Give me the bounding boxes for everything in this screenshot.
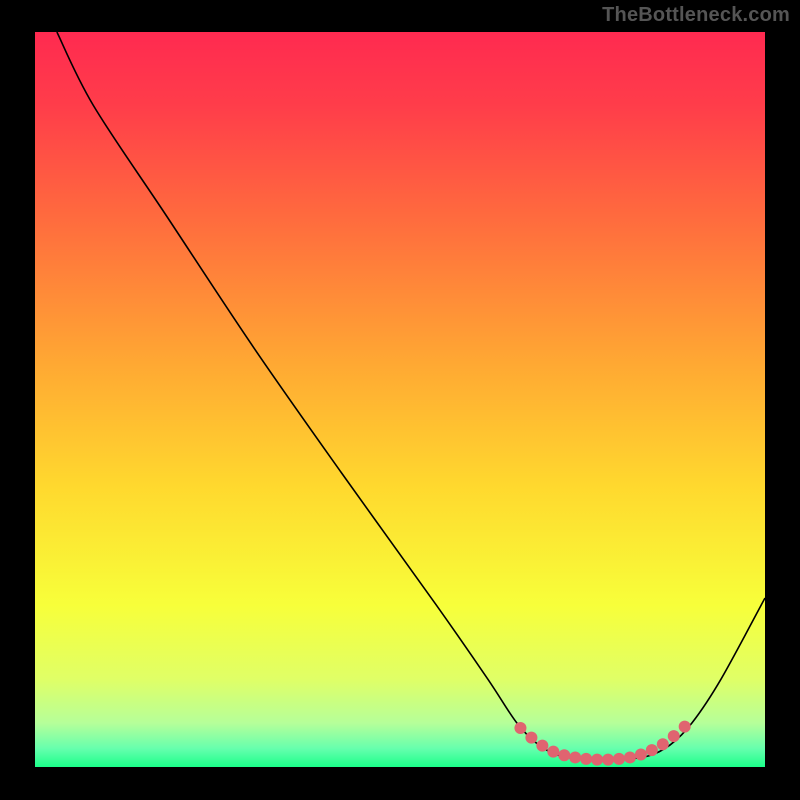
optimal-point-marker	[580, 753, 592, 765]
chart-frame: TheBottleneck.com	[0, 0, 800, 800]
optimal-point-marker	[635, 749, 647, 761]
watermark-text: TheBottleneck.com	[602, 4, 790, 27]
optimal-point-marker	[646, 744, 658, 756]
optimal-point-marker	[657, 738, 669, 750]
optimal-point-marker	[602, 754, 614, 766]
optimal-point-marker	[679, 721, 691, 733]
optimal-point-marker	[514, 722, 526, 734]
plot-area	[35, 32, 765, 767]
optimal-point-marker	[613, 753, 625, 765]
optimal-point-marker	[569, 751, 581, 763]
optimal-point-marker	[668, 730, 680, 742]
optimal-point-marker	[547, 746, 559, 758]
gradient-background	[35, 32, 765, 767]
optimal-point-marker	[591, 754, 603, 766]
optimal-point-marker	[525, 732, 537, 744]
optimal-point-marker	[536, 740, 548, 752]
optimal-point-marker	[558, 749, 570, 761]
bottleneck-chart	[35, 32, 765, 767]
optimal-point-marker	[624, 751, 636, 763]
